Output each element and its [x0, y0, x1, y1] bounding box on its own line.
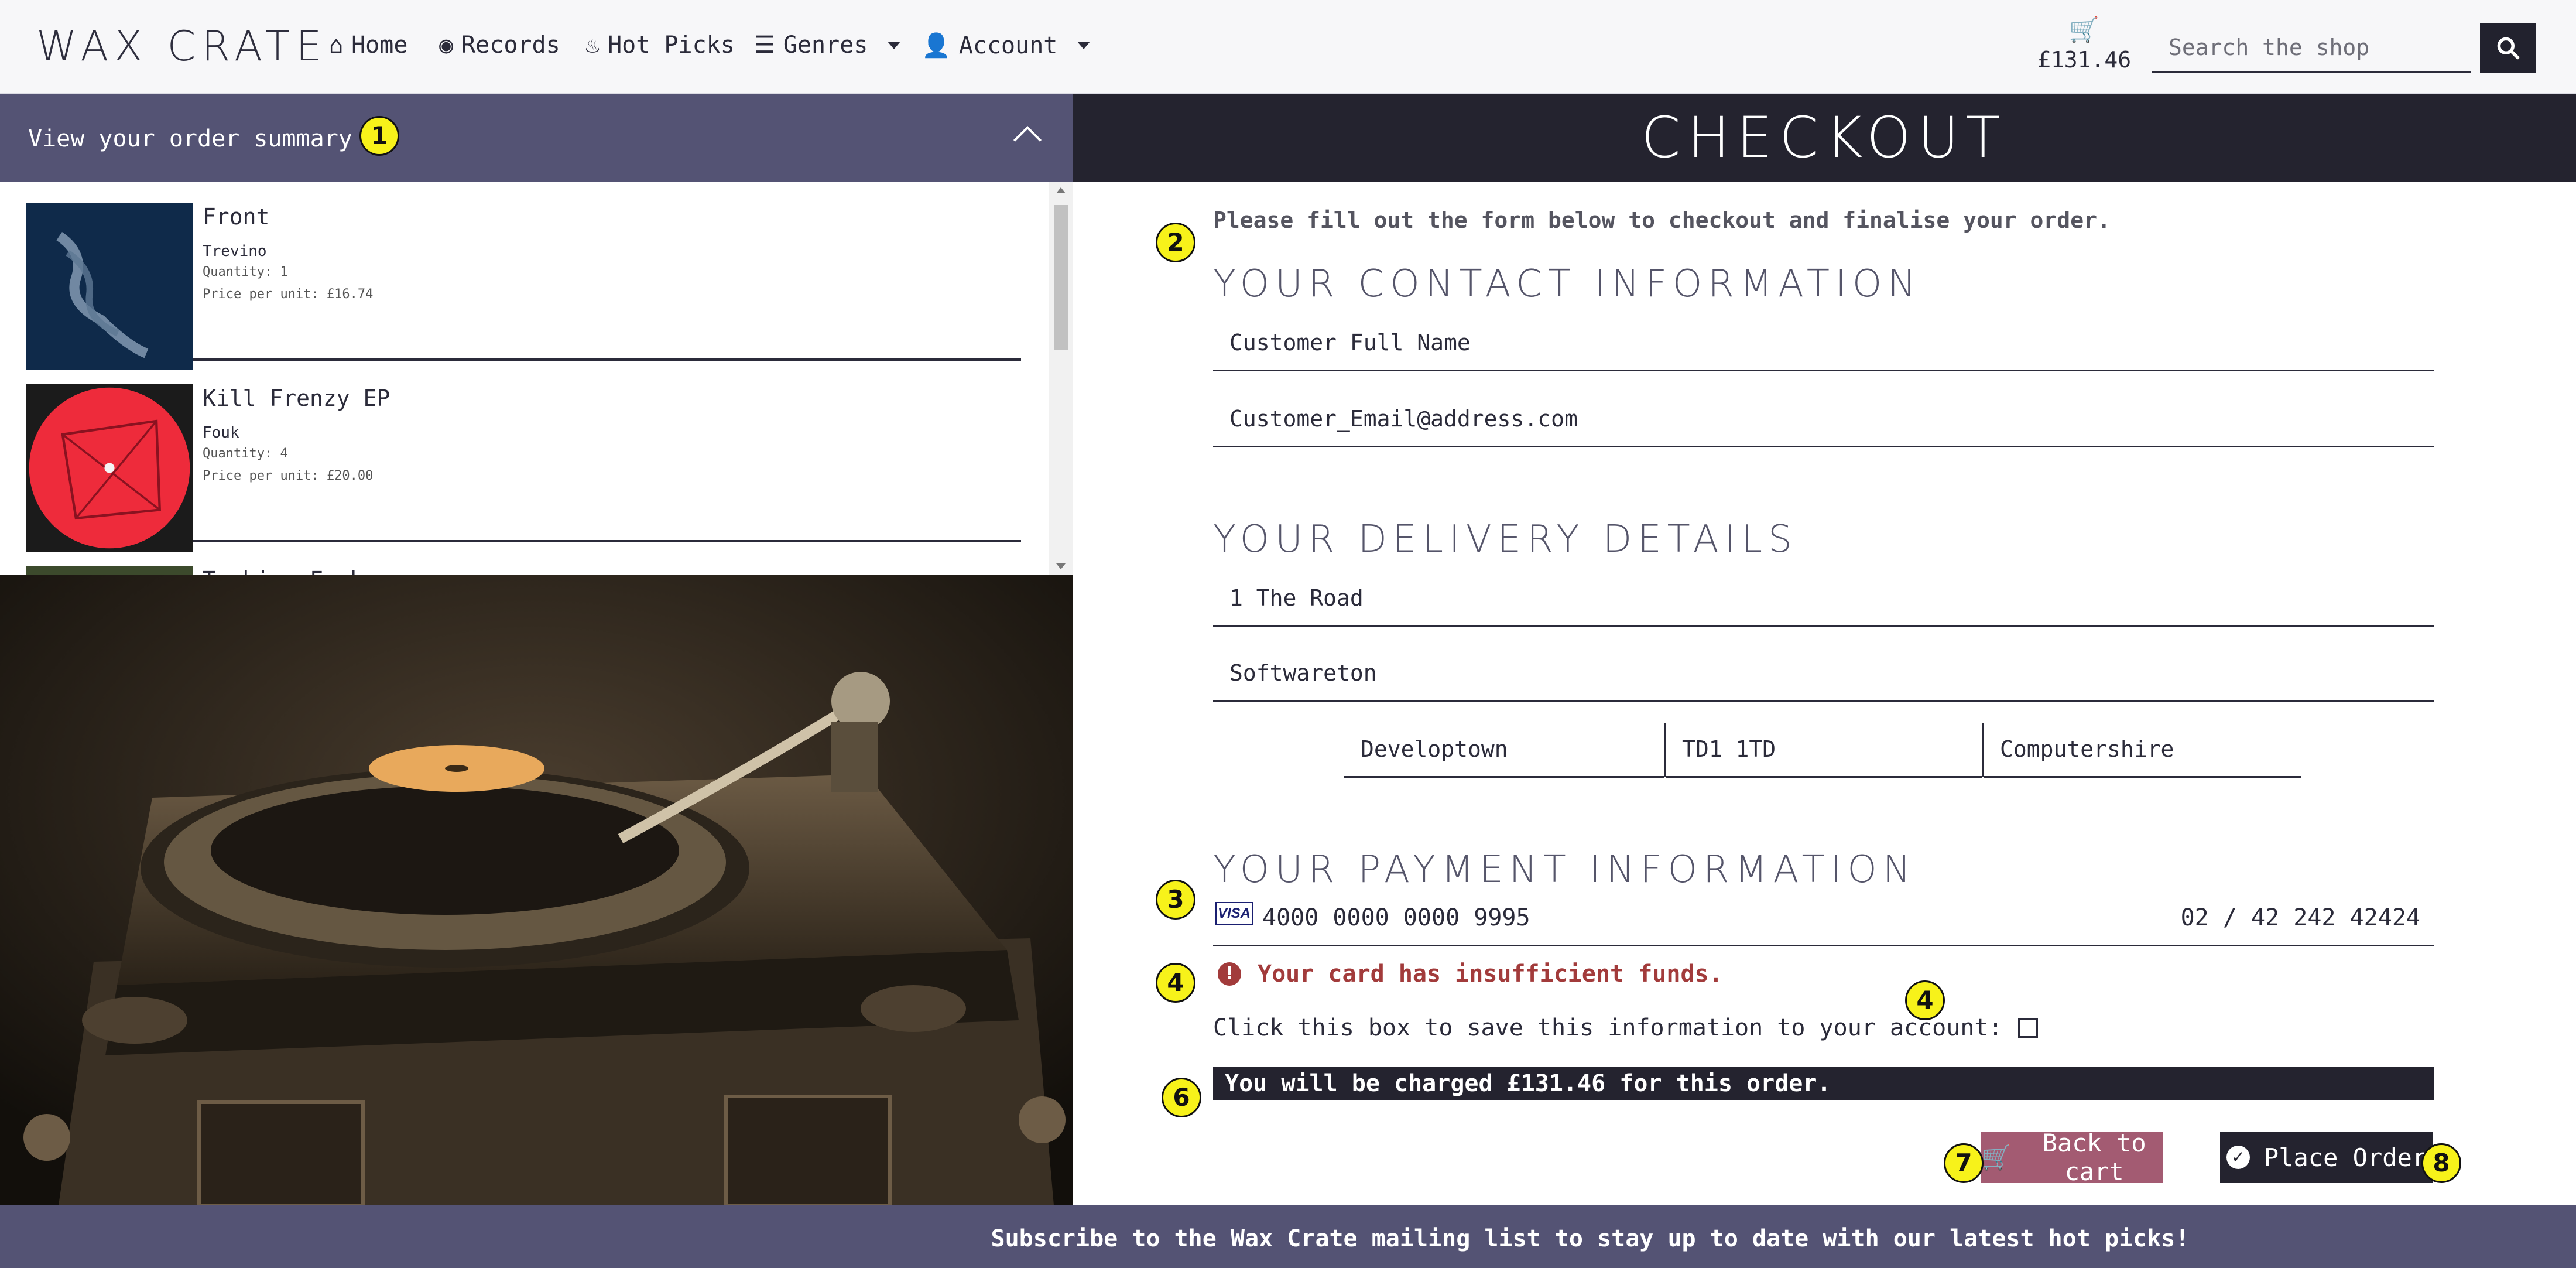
nav-home-label: Home — [351, 32, 408, 59]
save-info-label: Click this box to save this information … — [1213, 1014, 2003, 1041]
item-price: Price per unit: £20.00 — [203, 469, 374, 483]
card-expiry-cvc-zip[interactable]: 02 / 42 242 42424 — [2181, 904, 2420, 931]
county-field[interactable] — [1984, 722, 2301, 778]
item-quantity: Quantity: 4 — [203, 446, 288, 461]
contact-section-title: YOUR CONTACT INFORMATION — [1213, 262, 1922, 306]
save-info-row: Click this box to save this information … — [1213, 1014, 2038, 1041]
check-circle-icon: ✓ — [2226, 1146, 2250, 1169]
payment-error-text: Your card has insufficient funds. — [1258, 961, 1723, 987]
cart-icon: 🛒 — [2068, 15, 2100, 44]
top-navbar: WAX CRATE ⌂ Home ◉ Records ♨ Hot Picks ☰… — [0, 0, 2576, 94]
brand-logo[interactable]: WAX CRATE — [36, 22, 328, 70]
cart-total: £131.46 — [2037, 47, 2132, 73]
order-summary-label: View your order summary — [28, 125, 352, 152]
nav-genres-dropdown[interactable]: ☰ Genres — [754, 32, 901, 59]
card-input[interactable]: VISA 4000 0000 0000 9995 02 / 42 242 424… — [1213, 884, 2434, 946]
search-icon — [2497, 37, 2520, 60]
search-button[interactable] — [2480, 23, 2536, 73]
card-number[interactable]: 4000 0000 0000 9995 — [1262, 904, 1530, 931]
nav-records-label: Records — [461, 32, 560, 59]
search-input[interactable] — [2152, 23, 2471, 73]
chevron-up-icon — [1013, 125, 1042, 155]
annotation-marker: 7 — [1944, 1143, 1984, 1183]
item-quantity: Quantity: 1 — [203, 265, 288, 279]
annotation-marker: 2 — [1156, 223, 1195, 262]
postcode-field[interactable] — [1666, 722, 1982, 778]
user-gear-icon: 👤 — [922, 32, 951, 59]
album-cover-kill-frenzy — [26, 384, 193, 552]
nav-account-dropdown[interactable]: 👤 Account — [922, 32, 1091, 59]
back-to-cart-button[interactable]: 🛒 Back to cart — [1981, 1129, 2163, 1186]
chevron-down-icon — [888, 41, 901, 49]
save-info-checkbox[interactable] — [2017, 1018, 2038, 1038]
annotation-marker: 4 — [1905, 980, 1945, 1020]
annotation-marker: 4 — [1156, 963, 1195, 1003]
delivery-section-title: YOUR DELIVERY DETAILS — [1213, 518, 1798, 561]
town-field[interactable] — [1344, 722, 1664, 778]
item-title: Front — [203, 204, 270, 230]
item-title: Techies Funk — [203, 567, 364, 575]
nav-records[interactable]: ◉ Records — [439, 32, 560, 59]
record-icon: ◉ — [439, 32, 454, 59]
newsletter-text[interactable]: Subscribe to the Wax Crate mailing list … — [0, 1225, 2576, 1252]
full-name-field[interactable] — [1213, 315, 2434, 371]
list-item: Kill Frenzy EP Fouk Quantity: 4 Price pe… — [26, 363, 1021, 552]
annotation-marker: 6 — [1162, 1078, 1201, 1117]
cart-icon: 🛒 — [1981, 1143, 2012, 1171]
back-to-cart-label: Back to cart — [2042, 1129, 2146, 1186]
scrollbar-thumb[interactable] — [1054, 205, 1068, 350]
chevron-down-icon — [1077, 42, 1091, 49]
newsletter-footer: Subscribe to the Wax Crate mailing list … — [0, 1205, 2576, 1268]
item-artist: Trevino — [203, 242, 267, 260]
checkout-header: CHECKOUT — [1073, 94, 2576, 182]
nav-hot-picks[interactable]: ♨ Hot Picks — [585, 32, 735, 59]
visa-card-icon: VISA — [1215, 902, 1253, 925]
order-summary-toggle[interactable]: View your order summary — [0, 94, 1073, 182]
order-summary-list[interactable]: Front Trevino Quantity: 1 Price per unit… — [0, 182, 1073, 575]
payment-error: ! Your card has insufficient funds. — [1218, 961, 1723, 987]
checkout-intro: Please fill out the form below to checko… — [1213, 207, 2111, 233]
email-field[interactable] — [1213, 391, 2434, 447]
place-order-label: Place Order — [2263, 1143, 2427, 1172]
annotation-marker: 1 — [359, 116, 399, 156]
list-item: Techies Funk — [26, 545, 1021, 575]
list-item: Front Trevino Quantity: 1 Price per unit… — [26, 182, 1021, 370]
scroll-up-arrow-icon[interactable] — [1056, 187, 1066, 193]
list-icon: ☰ — [754, 32, 775, 59]
item-price: Price per unit: £16.74 — [203, 287, 374, 302]
album-cover-front — [26, 203, 193, 370]
album-cover-techies-funk — [26, 566, 193, 575]
address-line2-field[interactable] — [1213, 645, 2434, 702]
address-line1-field[interactable] — [1213, 570, 2434, 627]
nav-genres-label: Genres — [783, 32, 868, 59]
nav-account-label: Account — [958, 32, 1058, 59]
order-summary-scrollbar[interactable] — [1049, 182, 1073, 575]
item-title: Kill Frenzy EP — [203, 385, 390, 411]
scroll-down-arrow-icon[interactable] — [1056, 563, 1066, 569]
place-order-button[interactable]: ✓ Place Order — [2220, 1132, 2433, 1183]
flame-icon: ♨ — [585, 32, 600, 59]
checkout-title: CHECKOUT — [1641, 105, 2008, 170]
error-icon: ! — [1218, 962, 1241, 986]
nav-home[interactable]: ⌂ Home — [329, 32, 407, 59]
charge-summary: You will be charged £131.46 for this ord… — [1213, 1067, 2434, 1100]
annotation-marker: 8 — [2421, 1143, 2461, 1183]
item-artist: Fouk — [203, 424, 239, 442]
nav-hot-picks-label: Hot Picks — [608, 32, 735, 59]
cart-button[interactable]: 🛒 £131.46 — [2037, 15, 2131, 73]
turntable-hero-image — [0, 575, 1073, 1205]
home-icon: ⌂ — [329, 32, 344, 59]
annotation-marker: 3 — [1156, 880, 1195, 920]
